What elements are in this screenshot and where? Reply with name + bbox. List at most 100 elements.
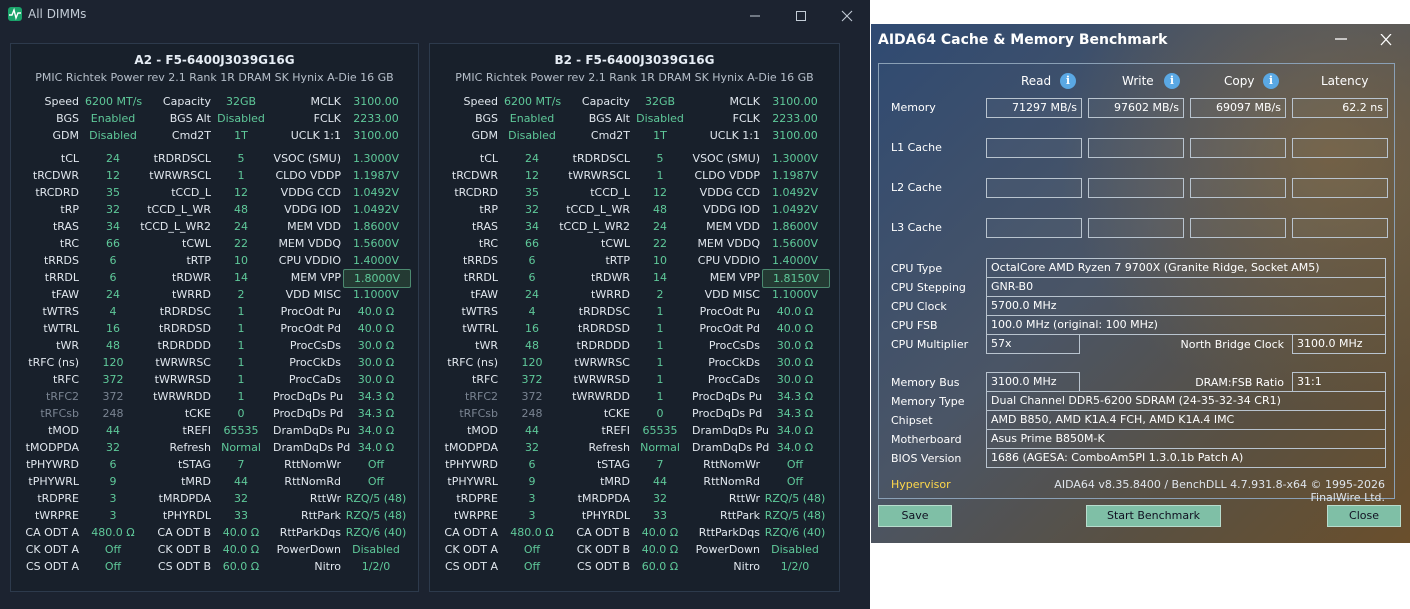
timing-value: 1.1987V	[771, 169, 818, 182]
minimize-button[interactable]	[1326, 28, 1356, 52]
timing-value: Off	[367, 475, 385, 488]
save-button[interactable]: Save	[878, 505, 952, 527]
maximize-button[interactable]	[778, 0, 824, 30]
cpu-fsb-field: 100.0 MHz (original: 100 MHz)	[986, 315, 1386, 335]
timing-value: 1.5600V	[352, 237, 399, 250]
timing-value: 30.0 Ω	[776, 356, 814, 369]
write-info-icon[interactable]: i	[1164, 73, 1180, 89]
timing-label: tCWL	[601, 237, 630, 250]
timing-value: 24	[234, 220, 248, 233]
timing-label: tMOD	[467, 424, 498, 437]
timing-label: tCCD_L	[590, 186, 630, 199]
timing-value: 1	[656, 339, 664, 352]
timing-row: tRFC2 372 tWRWRDD 1 ProcDqDs Pu 34.3 Ω	[11, 388, 418, 405]
timing-value: 1.3000V	[771, 152, 818, 165]
l2-read-field	[986, 178, 1082, 198]
timing-row: tRAS 34 tCCD_L_WR2 24 MEM VDD 1.8600V	[430, 218, 839, 235]
start-benchmark-button[interactable]: Start Benchmark	[1086, 505, 1221, 527]
timing-label: VDDG CCD	[699, 186, 760, 199]
timing-label: tRRDS	[43, 254, 79, 267]
timing-value: RZQ/5 (48)	[764, 492, 826, 505]
timing-value: 16	[106, 322, 120, 335]
timing-label: tCL	[60, 152, 79, 165]
timing-label: RttNomRd	[703, 475, 760, 488]
timing-value: 1	[656, 390, 664, 403]
timing-label: ProcDqDs Pd	[692, 407, 763, 420]
timing-label: tRDRDSC	[159, 305, 211, 318]
timing-label: CLDO VDDP	[694, 169, 760, 182]
timing-label: tWTRL	[43, 322, 79, 335]
timing-label: tMODPDA	[25, 441, 79, 454]
timing-value: 3100.00	[353, 95, 399, 108]
timing-value: 120	[102, 356, 124, 369]
timing-value: 30.0 Ω	[357, 356, 395, 369]
timing-row: tRCDRD 35 tCCD_L 12 VDDG CCD 1.0492V	[11, 184, 418, 201]
timing-value: 3	[109, 509, 117, 522]
timing-value: 1T	[234, 129, 248, 142]
timing-label: tRTP	[186, 254, 211, 267]
close-button[interactable]	[1371, 28, 1401, 52]
close-button[interactable]	[824, 0, 870, 30]
timing-value: 6	[528, 254, 536, 267]
timing-value: 480.0 Ω	[91, 526, 135, 539]
timing-label: PowerDown	[695, 543, 760, 556]
timing-value: Off	[104, 543, 122, 556]
timing-label: tRFC2	[46, 390, 79, 403]
copy-info-icon[interactable]: i	[1263, 73, 1279, 89]
timing-value: 2	[656, 288, 664, 301]
timing-label: ProcCsDs	[708, 339, 760, 352]
minimize-icon	[1335, 38, 1347, 40]
timing-row: tRAS 34 tCCD_L_WR2 24 MEM VDD 1.8600V	[11, 218, 418, 235]
timing-value: 1.0492V	[771, 203, 818, 216]
timing-row: tMODPDA 32 Refresh Normal DramDqDs Pd 34.0 Ω	[11, 439, 418, 456]
timing-row: tPHYWRD 6 tSTAG 7 RttNomWr Off	[430, 456, 839, 473]
timing-value: Disabled	[217, 112, 265, 125]
timing-value: 16	[525, 322, 539, 335]
timing-label: tMRDPDA	[158, 492, 211, 505]
timing-label: UCLK 1:1	[709, 129, 760, 142]
timing-row: CK ODT A Off CK ODT B 40.0 Ω PowerDown Disabl…	[11, 541, 418, 558]
dram-fsb-ratio-field: 31:1	[1292, 372, 1386, 392]
cpu-stepping-field: GNR-B0	[986, 277, 1386, 297]
north-bridge-clock-field: 3100.0 MHz	[1292, 334, 1386, 354]
timing-label: BGS Alt	[169, 112, 211, 125]
dram-fsb-ratio-label: DRAM:FSB Ratio	[1195, 376, 1284, 389]
timing-value: RZQ/6 (40)	[345, 526, 407, 539]
timing-label: ProcOdt Pu	[280, 305, 341, 318]
timing-value: 1.8600V	[771, 220, 818, 233]
timing-label: tRC	[59, 237, 79, 250]
timing-label: tCL	[479, 152, 498, 165]
timing-value: 34.3 Ω	[776, 407, 814, 420]
timing-label: tWRWRSC	[155, 356, 211, 369]
timing-value: RZQ/5 (48)	[764, 509, 826, 522]
timing-label: CLDO VDDP	[275, 169, 341, 182]
cpu-multiplier-label: CPU Multiplier	[891, 338, 969, 351]
timing-label: GDM	[471, 129, 499, 142]
timing-row: tWTRL 16 tRDRDSD 1 ProcOdt Pd 40.0 Ω	[430, 320, 839, 337]
timing-row: tRFC (ns) 120 tWRWRSC 1 ProcCkDs 30.0 Ω	[11, 354, 418, 371]
timing-label: tRDPRE	[37, 492, 79, 505]
l1-latency-field	[1292, 138, 1388, 158]
read-info-icon[interactable]: i	[1060, 73, 1076, 89]
timing-label: tRFC2	[465, 390, 498, 403]
timing-label: tPHYWRD	[26, 458, 79, 471]
timing-label: tRDRDSD	[159, 322, 211, 335]
timing-value: 6200 MT/s	[504, 95, 562, 108]
timing-value: 4	[109, 305, 117, 318]
timing-value: 10	[234, 254, 248, 267]
timing-value: 1/2/0	[361, 560, 391, 573]
timing-value: 1	[656, 305, 664, 318]
cpu-type-label: CPU Type	[891, 262, 943, 275]
cpu-type-field: OctalCore AMD Ryzen 7 9700X (Granite Rid…	[986, 258, 1386, 278]
timing-value: 40.0 Ω	[776, 322, 814, 335]
timing-value: 1	[237, 390, 245, 403]
timing-label: RttParkDqs	[698, 526, 760, 539]
minimize-button[interactable]	[732, 0, 778, 30]
timing-value: 34.0 Ω	[776, 441, 814, 454]
close-dialog-button[interactable]: Close	[1327, 505, 1401, 527]
timing-row: tWTRS 4 tRDRDSC 1 ProcOdt Pu 40.0 Ω	[11, 303, 418, 320]
timing-value: 34.0 Ω	[776, 424, 814, 437]
timing-label: MCLK	[729, 95, 760, 108]
timing-value: 1.1000V	[352, 288, 399, 301]
timing-value: 60.0 Ω	[641, 560, 679, 573]
